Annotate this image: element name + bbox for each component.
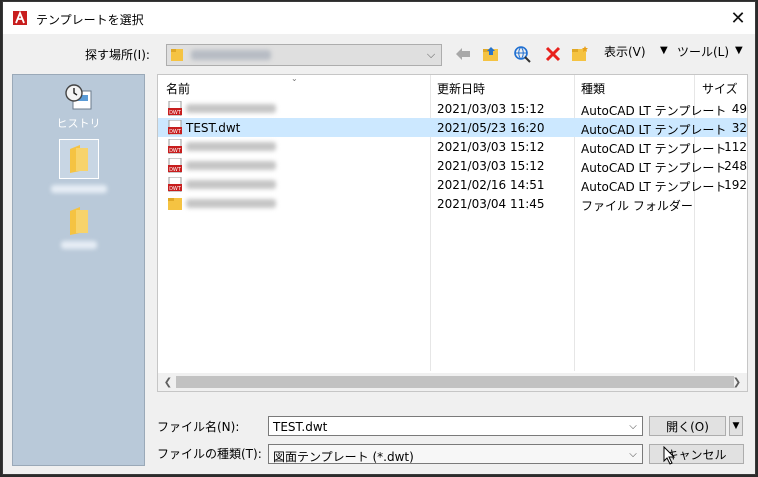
file-row[interactable]: DWT 2021/02/16 14:51 AutoCAD LT テンプレート 192 — [158, 175, 747, 194]
dwt-file-icon: DWT — [168, 177, 182, 192]
column-size[interactable]: サイズ — [702, 80, 738, 97]
scroll-left-icon[interactable]: ❮ — [160, 374, 176, 390]
place-folder[interactable] — [13, 207, 144, 249]
blurred-path — [191, 50, 271, 60]
chevron-down-icon[interactable]: ⌵ — [423, 45, 439, 65]
file-size: 32 — [731, 121, 747, 135]
filename-input[interactable]: TEST.dwt ⌵ — [268, 416, 643, 436]
look-in-label: 探す場所(I): — [85, 48, 150, 62]
file-size: 112 — [724, 140, 747, 154]
file-name: TEST.dwt — [186, 121, 241, 135]
delete-button[interactable] — [543, 44, 563, 64]
filename-label: ファイル名(N): — [157, 420, 240, 434]
title-bar: テンプレートを選択 ✕ — [3, 2, 755, 34]
column-date[interactable]: 更新日時 — [437, 80, 485, 97]
blurred-file-name — [186, 180, 276, 189]
svg-text:DWT: DWT — [169, 148, 182, 154]
filetype-label: ファイルの種類(T): — [157, 447, 262, 461]
file-date: 2021/03/03 15:12 — [437, 159, 545, 173]
folder-icon — [69, 207, 88, 235]
file-size: 192 — [724, 178, 747, 192]
new-folder-icon — [572, 46, 588, 61]
file-row[interactable]: DWT TEST.dwt 2021/05/23 16:20 AutoCAD LT テン… — [158, 118, 747, 137]
horizontal-scrollbar[interactable]: ❮ ❯ — [158, 373, 747, 391]
file-date: 2021/05/23 16:20 — [437, 121, 545, 135]
file-row[interactable]: DWT 2021/03/03 15:12 AutoCAD LT テンプレート 112 — [158, 137, 747, 156]
folder-icon — [168, 198, 182, 210]
folder-icon — [69, 145, 88, 173]
scroll-thumb[interactable] — [176, 376, 734, 388]
view-menu[interactable]: 表示(V) — [604, 43, 646, 60]
delete-x-icon — [545, 46, 561, 62]
file-type: ファイル フォルダー — [581, 199, 693, 213]
dropdown-arrow-icon: ▼ — [732, 421, 740, 431]
dwt-file-icon: DWT — [168, 120, 182, 135]
autocad-logo-icon — [13, 11, 27, 25]
column-name[interactable]: 名前 — [166, 80, 190, 97]
back-button[interactable] — [453, 44, 473, 64]
view-dropdown-icon[interactable]: ▼ — [660, 45, 668, 56]
chevron-down-icon[interactable]: ⌵ — [626, 417, 640, 435]
mouse-cursor-icon — [663, 446, 676, 465]
file-date: 2021/02/16 14:51 — [437, 178, 545, 192]
file-row[interactable]: 2021/03/04 11:45 ファイル フォルダー — [158, 194, 747, 213]
place-folder-selected[interactable] — [13, 139, 144, 193]
blurred-file-name — [186, 199, 276, 208]
sort-chevron-icon: ⌄ — [291, 74, 298, 83]
new-folder-button[interactable] — [570, 44, 590, 64]
file-date: 2021/03/04 11:45 — [437, 197, 545, 211]
close-icon: ✕ — [730, 7, 746, 29]
file-row[interactable]: DWT 2021/03/03 15:12 AutoCAD LT テンプレート 248 — [158, 156, 747, 175]
dwt-file-icon: DWT — [168, 158, 182, 173]
place-history-label: ヒストリ — [56, 117, 101, 130]
blurred-file-name — [186, 104, 276, 113]
place-selected-frame — [58, 139, 99, 179]
close-button[interactable]: ✕ — [721, 2, 755, 34]
chevron-down-icon[interactable]: ⌵ — [626, 445, 640, 463]
folder-icon — [171, 49, 183, 61]
dwt-file-icon: DWT — [168, 101, 182, 116]
open-button-label: 開く(O) — [666, 419, 709, 434]
blurred-file-name — [186, 161, 276, 170]
search-web-button[interactable] — [512, 44, 532, 64]
file-date: 2021/03/03 15:12 — [437, 140, 545, 154]
dialog-window: テンプレートを選択 ✕ 探す場所(I): ⌵ 表示(V) ▼ ツール(L) ▼ … — [2, 1, 756, 475]
place-history[interactable]: ヒストリ — [13, 83, 144, 131]
file-date: 2021/03/03 15:12 — [437, 102, 545, 116]
filename-value: TEST.dwt — [273, 420, 328, 434]
scroll-right-icon[interactable]: ❯ — [729, 374, 745, 390]
file-list[interactable]: 名前 ⌄ 更新日時 種類 サイズ DWT 2021/03/03 15:12 Auto… — [157, 74, 748, 392]
tools-menu[interactable]: ツール(L) — [677, 43, 729, 60]
open-button[interactable]: 開く(O) — [649, 416, 726, 436]
svg-text:DWT: DWT — [169, 186, 182, 192]
blurred-place-label — [50, 185, 107, 193]
svg-text:DWT: DWT — [169, 110, 182, 116]
svg-text:DWT: DWT — [169, 129, 182, 135]
filetype-value: 図面テンプレート (*.dwt) — [273, 450, 414, 464]
column-type[interactable]: 種類 — [581, 80, 605, 97]
dwt-file-icon: DWT — [168, 139, 182, 154]
folder-up-icon — [483, 47, 498, 61]
file-row[interactable]: DWT 2021/03/03 15:12 AutoCAD LT テンプレート 49 — [158, 99, 747, 118]
blurred-file-name — [186, 142, 276, 151]
globe-search-icon — [514, 46, 531, 63]
places-bar: ヒストリ — [12, 74, 145, 466]
filetype-select[interactable]: 図面テンプレート (*.dwt) ⌵ — [268, 444, 643, 464]
file-size: 248 — [724, 159, 747, 173]
tools-dropdown-icon[interactable]: ▼ — [735, 45, 743, 56]
window-title: テンプレートを選択 — [36, 13, 144, 27]
blurred-place-label — [60, 241, 97, 249]
list-header: 名前 ⌄ 更新日時 種類 サイズ — [158, 75, 747, 97]
look-in-combo[interactable]: ⌵ — [166, 44, 442, 66]
history-clock-icon — [64, 84, 91, 110]
open-dropdown-button[interactable]: ▼ — [729, 416, 743, 436]
svg-text:DWT: DWT — [169, 167, 182, 173]
up-folder-button[interactable] — [481, 44, 501, 64]
back-arrow-icon — [456, 48, 470, 60]
file-size: 49 — [731, 102, 747, 116]
